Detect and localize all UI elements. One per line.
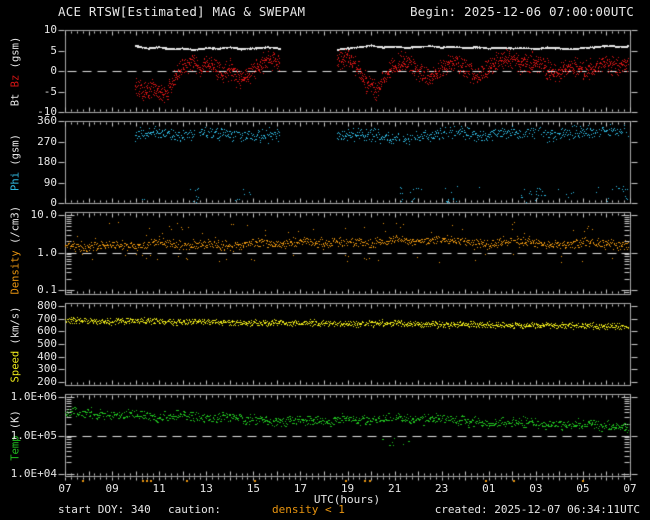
y-tick-label-density: 10.0 — [30, 208, 58, 221]
y-tick-label-speed: 200 — [37, 375, 57, 388]
y-tick-label-temp: 1.0E+05 — [10, 429, 57, 442]
y-tick-label-mag-phi: 360 — [37, 114, 57, 127]
y-tick-label-speed: 600 — [37, 324, 57, 337]
x-tick-label: 11 — [152, 482, 166, 495]
caution-label: caution: — [168, 503, 221, 516]
x-tick-label: 07 — [58, 482, 72, 495]
x-tick-label: 01 — [482, 482, 496, 495]
x-tick-label: 19 — [340, 482, 355, 495]
x-tick-label: 21 — [387, 482, 402, 495]
x-tick-label: 13 — [199, 482, 213, 495]
y-tick-label-speed: 800 — [37, 299, 57, 312]
y-tick-label-mag-bt-bz: -5 — [43, 85, 57, 98]
y-tick-label-mag-phi: 270 — [37, 135, 57, 148]
y-tick-label-density: 0.1 — [37, 283, 57, 296]
x-tick-label: 05 — [576, 482, 590, 495]
x-tick-label: 17 — [293, 482, 308, 495]
y-tick-label-speed: 500 — [37, 337, 57, 350]
x-tick-label: 07 — [623, 482, 637, 495]
y-tick-label-mag-phi: 180 — [37, 155, 57, 168]
y-tick-label-mag-bt-bz: 5 — [50, 44, 57, 57]
y-tick-label-mag-phi: 90 — [43, 176, 57, 189]
created-timestamp: created: 2025-12-07 06:34:11UTC — [434, 503, 640, 516]
y-tick-label-mag-bt-bz: 10 — [43, 23, 57, 36]
plot-canvas — [0, 0, 650, 520]
x-tick-label: 09 — [105, 482, 119, 495]
caution-value: density < 1 — [272, 503, 345, 516]
plot-title: ACE RTSW[Estimated] MAG & SWEPAM — [58, 4, 306, 19]
ace-rtsw-plot: ACE RTSW[Estimated] MAG & SWEPAM Begin: … — [0, 0, 650, 520]
y-tick-label-temp: 1.0E+06 — [10, 390, 57, 403]
x-tick-label: 15 — [246, 482, 260, 495]
y-tick-label-temp: 1.0E+04 — [10, 467, 57, 480]
x-tick-label: 23 — [435, 482, 449, 495]
y-tick-label-speed: 300 — [37, 362, 57, 375]
y-tick-label-mag-bt-bz: 0 — [50, 64, 57, 77]
x-tick-label: 03 — [529, 482, 543, 495]
start-doy-label: start DOY: 340 — [58, 503, 151, 516]
y-tick-label-density: 1.0 — [37, 246, 57, 259]
begin-timestamp: Begin: 2025-12-06 07:00:00UTC — [409, 4, 634, 19]
